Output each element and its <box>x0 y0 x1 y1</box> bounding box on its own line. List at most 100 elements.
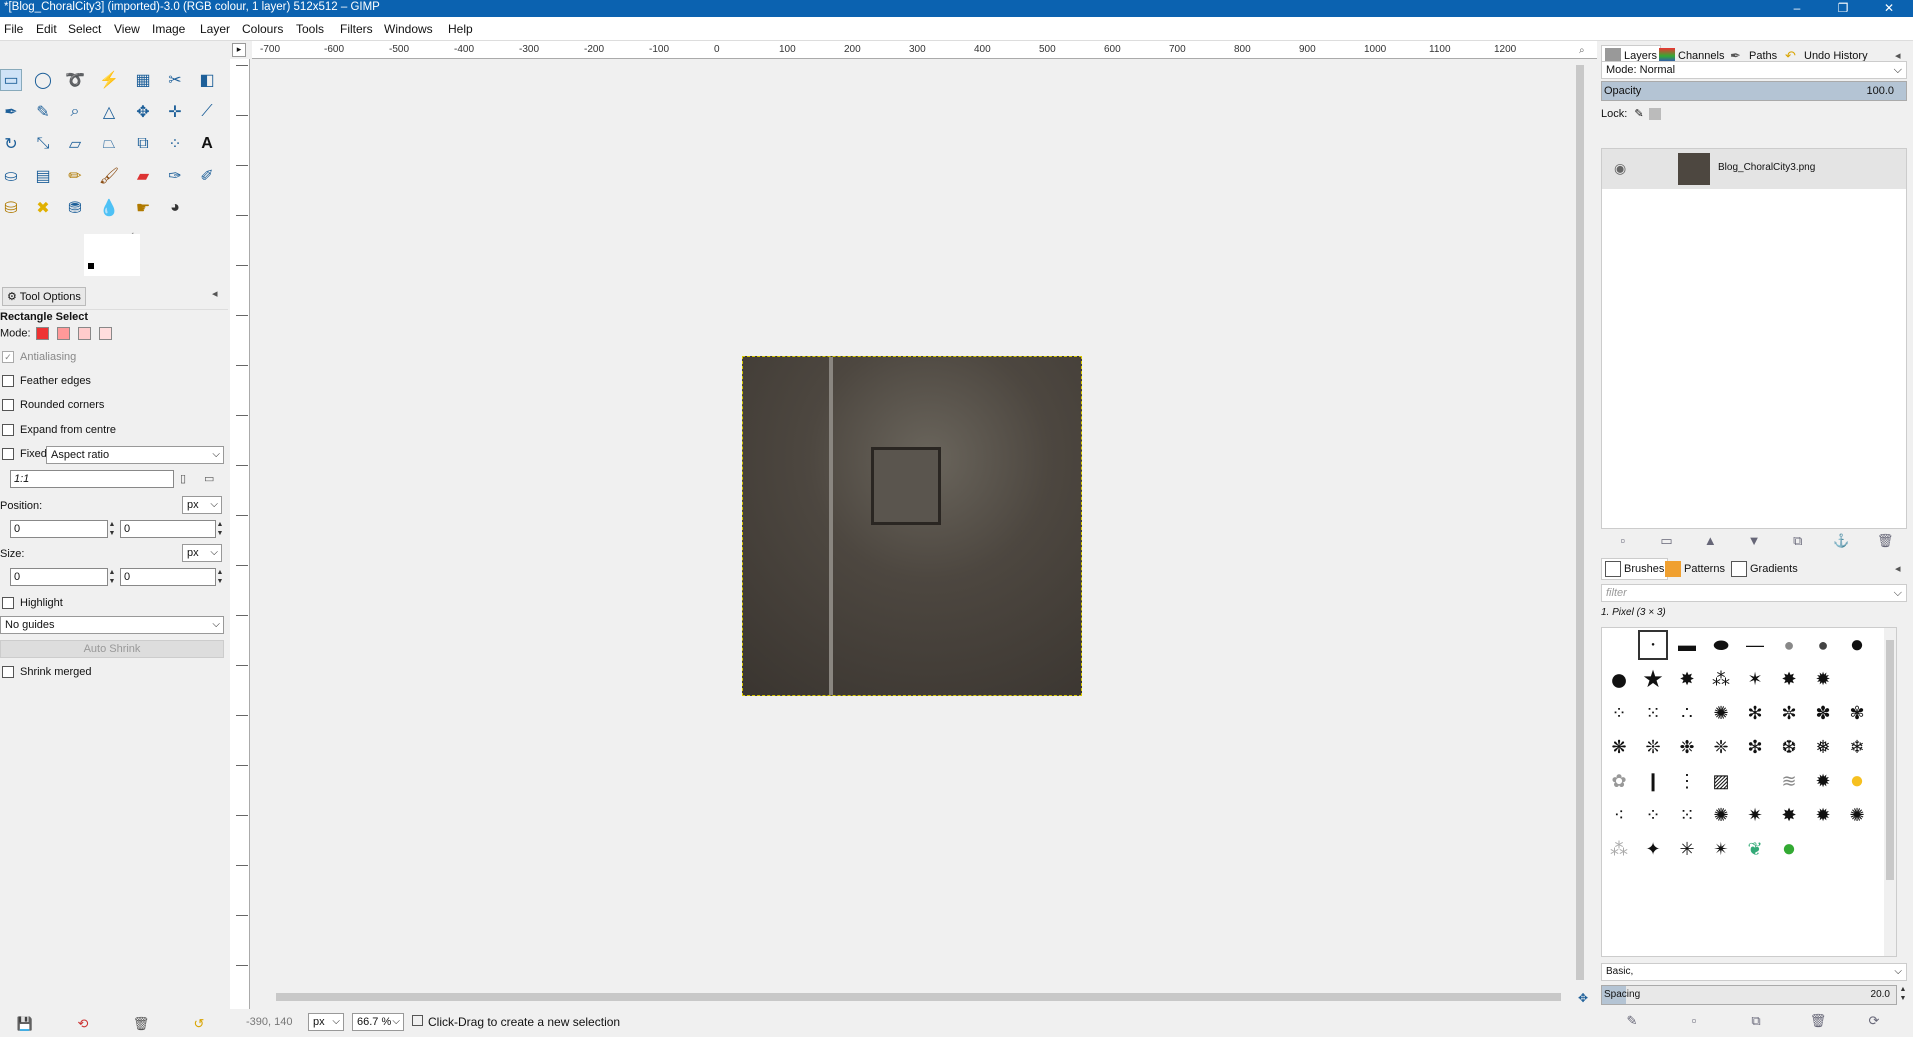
navigate-icon[interactable]: ✥ <box>1578 991 1588 1005</box>
brush-pixel[interactable]: ● <box>1638 630 1668 660</box>
refresh-brushes-icon[interactable]: ⟳ <box>1849 1013 1899 1029</box>
size-unit[interactable]: px ⌵ <box>182 544 222 562</box>
new-layer-group-icon[interactable]: ▭ <box>1645 533 1689 549</box>
brush-spray[interactable]: ⁖ <box>1604 800 1634 830</box>
ink-icon[interactable]: ✐ <box>196 165 218 187</box>
clone-icon[interactable]: ⛁ <box>0 197 22 219</box>
foreground-color[interactable] <box>87 262 95 270</box>
brush-sponge[interactable]: ⁂ <box>1706 664 1736 694</box>
anchor-layer-icon[interactable]: ⚓ <box>1820 533 1864 549</box>
brush-wave[interactable]: ≋ <box>1774 766 1804 796</box>
quick-mask-toggle-icon[interactable]: ▸ <box>232 43 246 57</box>
position-y-input[interactable]: 0 <box>120 520 216 538</box>
zoom-icon[interactable]: ⌕ <box>64 101 86 123</box>
delete-layer-icon[interactable]: 🗑 <box>1863 533 1907 549</box>
brush-circle[interactable]: ● <box>1604 661 1634 697</box>
brush-burst[interactable]: ✳ <box>1672 834 1702 864</box>
measure-icon[interactable]: △ <box>98 101 120 123</box>
portrait-icon[interactable]: ▯ <box>180 472 186 485</box>
brush-faint[interactable]: ⁂ <box>1604 834 1634 864</box>
brush-grunge[interactable]: ✹ <box>1808 664 1838 694</box>
opacity-slider[interactable]: Opacity 100.0 <box>1601 81 1907 101</box>
edit-brush-icon[interactable]: ✎ <box>1601 1013 1663 1029</box>
menu-filters[interactable]: Filters <box>340 22 373 36</box>
menu-colours[interactable]: Colours <box>242 22 283 36</box>
fuzzy-select-icon[interactable]: ⚡ <box>98 69 120 91</box>
position-x-input[interactable]: 0 <box>10 520 108 538</box>
brush-dash[interactable]: ⋮ <box>1672 766 1702 796</box>
auto-shrink-button[interactable]: Auto Shrink <box>0 640 224 658</box>
position-x-spinner[interactable]: ▲ ▼ <box>108 520 116 538</box>
perspective-clone-icon[interactable]: ⛃ <box>64 197 86 219</box>
horizontal-scroll-thumb[interactable] <box>276 993 1561 1001</box>
brush-star[interactable]: ★ <box>1638 664 1668 694</box>
tab-brushes[interactable]: Brushes <box>1601 558 1669 580</box>
eraser-icon[interactable]: ▰ <box>132 165 154 187</box>
antialiasing-checkbox[interactable]: ✓ Antialiasing <box>0 351 76 364</box>
minimize-button[interactable]: – <box>1779 0 1815 17</box>
highlight-checkbox[interactable]: Highlight <box>0 597 63 610</box>
brush-scrollbar[interactable] <box>1884 628 1896 956</box>
brush-pastel[interactable]: ✿ <box>1604 766 1634 796</box>
duplicate-brush-icon[interactable]: ⧉ <box>1725 1013 1787 1029</box>
brush-crack[interactable]: ✹ <box>1808 800 1838 830</box>
brush-speckle[interactable]: ✺ <box>1706 800 1736 830</box>
reset-options-icon[interactable]: ↺ <box>188 1013 210 1035</box>
move-icon[interactable]: ✥ <box>132 101 154 123</box>
brush-fur[interactable]: ✷ <box>1740 800 1770 830</box>
panel-menu-icon[interactable]: ◂ <box>212 287 218 300</box>
brush-gravel[interactable]: ⁙ <box>1672 800 1702 830</box>
mode-add-icon[interactable] <box>56 327 70 340</box>
brush-pencil[interactable]: ❈ <box>1706 732 1736 762</box>
tab-gradients[interactable]: Gradients <box>1731 558 1798 580</box>
menu-layer[interactable]: Layer <box>200 22 230 36</box>
expand-checkbox[interactable]: Expand from centre <box>0 424 116 437</box>
feather-checkbox[interactable]: Feather edges <box>0 375 91 388</box>
brush-felt[interactable]: ✹ <box>1808 766 1838 796</box>
layer-name[interactable]: Blog_ChoralCity3.png <box>1718 162 1815 173</box>
brush-pepper[interactable]: ● <box>1774 834 1804 864</box>
brush-stipple[interactable]: ∴ <box>1672 698 1702 728</box>
mode-replace-icon[interactable] <box>35 327 49 340</box>
brush-hatch[interactable]: ❆ <box>1774 732 1804 762</box>
brush-acrylic[interactable]: ✶ <box>1740 664 1770 694</box>
fixed-checkbox[interactable]: Fixed: <box>0 448 50 461</box>
guides-dropdown[interactable]: No guides ⌵ <box>0 616 224 634</box>
eye-icon[interactable]: ◉ <box>1614 160 1626 177</box>
scale-icon[interactable]: ⤡ <box>32 133 54 155</box>
brush-preset-dropdown[interactable]: Basic, ⌵ <box>1601 963 1907 981</box>
gradient-icon[interactable]: ▤ <box>32 165 54 187</box>
layer-mode-dropdown[interactable]: Mode: Normal ⌵ <box>1601 61 1907 79</box>
text-icon[interactable]: A <box>196 133 218 155</box>
zoom-dropdown[interactable]: 66.7 % ⌵ <box>352 1013 404 1031</box>
brush-smear[interactable]: ❊ <box>1638 732 1668 762</box>
brush-grid[interactable]: ● ▬ ⬬ — ● ● ● ● ★ ✸ ⁂ ✶ ✸ ✹ ⁘ ⁙ ∴ ✺ ✻ ✼ … <box>1601 627 1897 957</box>
mode-intersect-icon[interactable] <box>98 327 112 340</box>
fg-bg-colors[interactable] <box>84 234 140 276</box>
horizontal-scrollbar[interactable] <box>268 991 1570 1003</box>
heal-icon[interactable]: ✖ <box>32 197 54 219</box>
brush-block[interactable]: ▬ <box>1672 630 1702 660</box>
paths-icon[interactable]: ✒ <box>0 101 22 123</box>
brush-leaves[interactable]: ❅ <box>1808 732 1838 762</box>
unified-transform-icon[interactable]: ⧉ <box>132 133 154 155</box>
brush-blot[interactable]: ✾ <box>1842 698 1872 728</box>
menu-view[interactable]: View <box>114 22 140 36</box>
landscape-icon[interactable]: ▭ <box>204 472 214 485</box>
brush-line[interactable]: — <box>1740 630 1770 660</box>
brush-stroke[interactable]: ❋ <box>1604 732 1634 762</box>
crop-icon[interactable]: ⟋ <box>196 101 218 123</box>
close-button[interactable]: ✕ <box>1871 0 1907 17</box>
brush-filter-input[interactable]: filter ⌵ <box>1601 584 1907 602</box>
brush-vine[interactable]: ❦ <box>1740 834 1770 864</box>
save-options-icon[interactable]: 💾 <box>14 1013 36 1035</box>
lock-alpha-icon[interactable] <box>1648 108 1661 121</box>
size-w-spinner[interactable]: ▲ ▼ <box>108 568 116 586</box>
delete-brush-icon[interactable]: 🗑 <box>1787 1013 1849 1029</box>
brush-grain[interactable]: ✼ <box>1774 698 1804 728</box>
brush-clump[interactable]: ✴ <box>1706 834 1736 864</box>
size-h-input[interactable]: 0 <box>120 568 216 586</box>
brush-soft[interactable]: ● <box>1774 630 1804 660</box>
rotate-icon[interactable]: ↻ <box>0 133 22 155</box>
color-select-icon[interactable]: ▦ <box>132 69 154 91</box>
